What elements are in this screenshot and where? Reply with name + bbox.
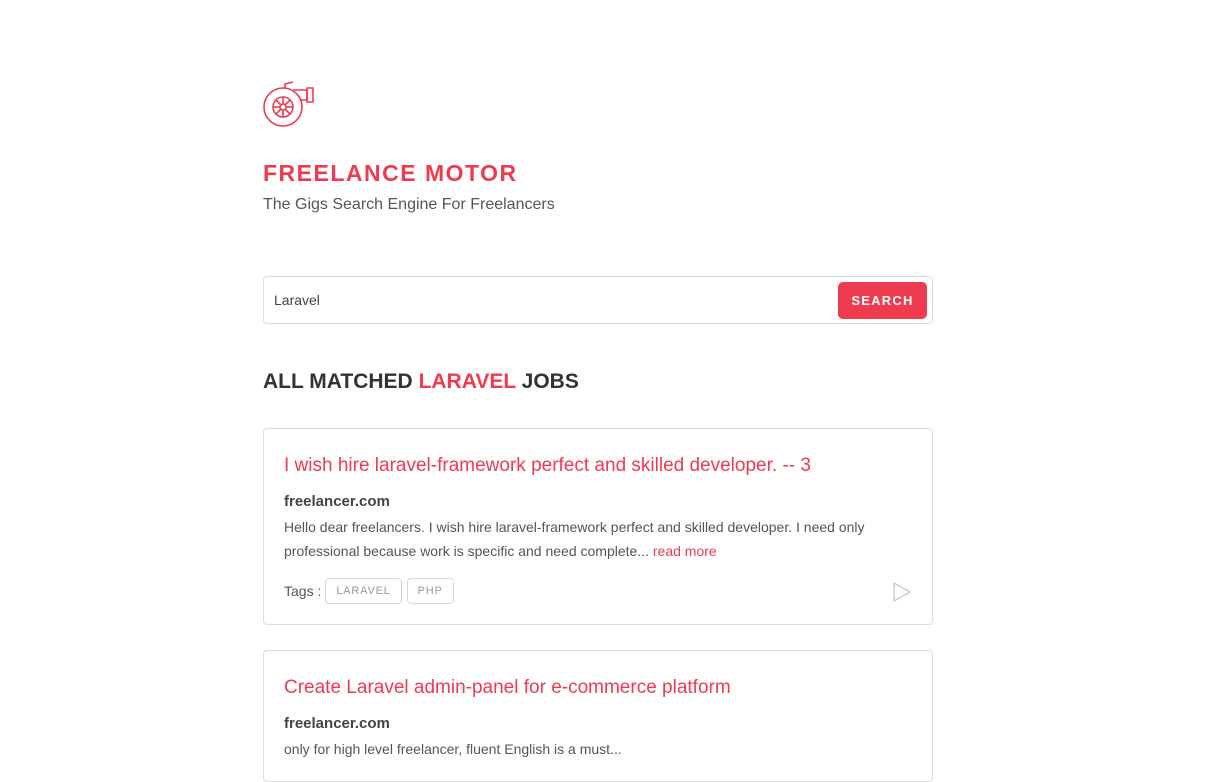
turbo-engine-icon	[263, 81, 314, 127]
read-more-link[interactable]: read more	[653, 543, 717, 559]
tag-php[interactable]: PHP	[406, 578, 454, 604]
job-title-link[interactable]: Create Laravel admin-panel for e-commerc…	[284, 677, 731, 699]
brand-tagline: The Gigs Search Engine For Freelancers	[263, 196, 555, 213]
brand-name: FREELANCE MOTOR	[263, 160, 518, 186]
job-description-text: Hello dear freelancers. I wish hire lara…	[284, 519, 865, 559]
job-description: only for high level freelancer, fluent E…	[284, 737, 904, 761]
results-heading-suffix: JOBS	[521, 370, 579, 393]
play-icon[interactable]	[892, 581, 912, 603]
job-description-text: only for high level freelancer, fluent E…	[284, 741, 622, 757]
job-description: Hello dear freelancers. I wish hire lara…	[284, 515, 904, 563]
job-tags: Tags : LARAVEL PHP	[284, 578, 459, 604]
search-button[interactable]: SEARCH	[838, 282, 927, 319]
job-source: freelancer.com	[284, 715, 390, 732]
job-card: Create Laravel admin-panel for e-commerc…	[263, 650, 933, 782]
job-source: freelancer.com	[284, 493, 390, 510]
results-heading-keyword: LARAVEL	[418, 370, 516, 393]
search-bar: SEARCH	[263, 276, 933, 324]
search-input[interactable]	[274, 285, 834, 315]
tag-laravel[interactable]: LARAVEL	[325, 578, 402, 604]
job-title-link[interactable]: I wish hire laravel-framework perfect an…	[284, 455, 811, 477]
results-heading-prefix: ALL MATCHED	[263, 370, 413, 393]
tags-label: Tags :	[284, 583, 322, 599]
results-heading: ALL MATCHED LARAVEL JOBS	[263, 370, 579, 394]
job-card: I wish hire laravel-framework perfect an…	[263, 428, 933, 625]
